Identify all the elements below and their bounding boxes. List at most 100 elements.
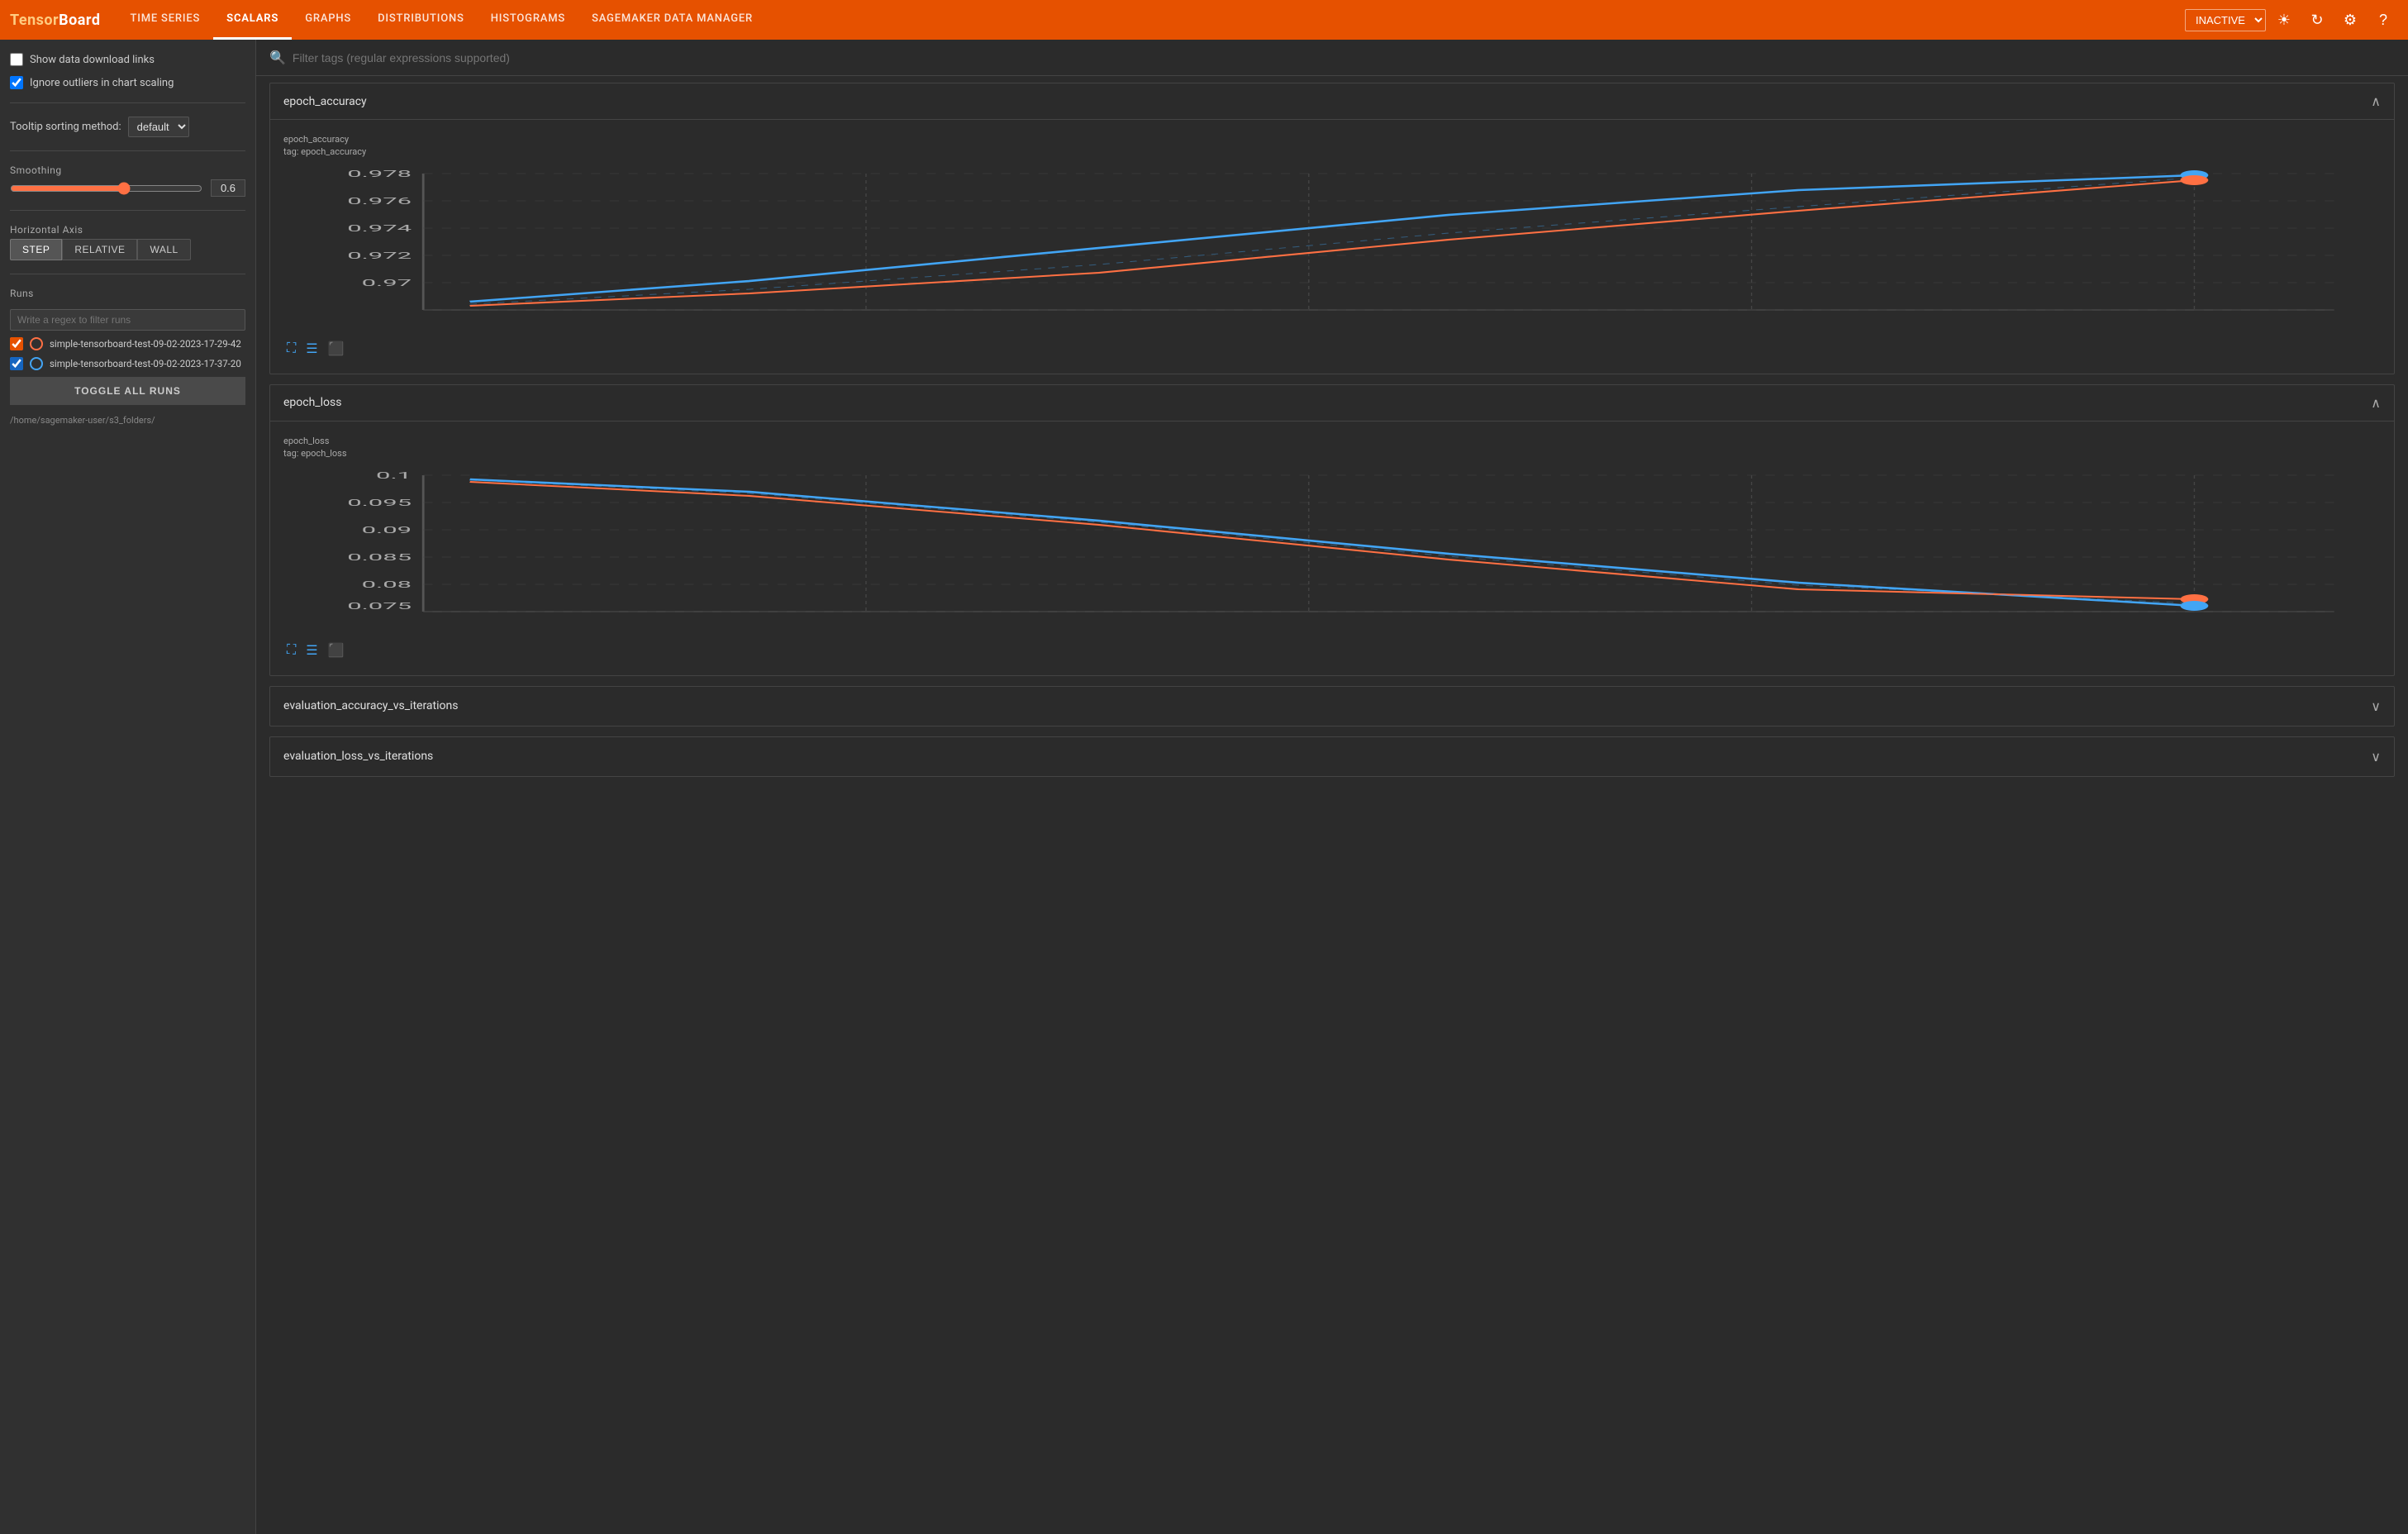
top-navigation: TensorBoard TIME SERIES SCALARS GRAPHS D…	[0, 0, 2408, 40]
axis-step-button[interactable]: STEP	[10, 239, 62, 260]
refresh-button[interactable]: ↻	[2302, 5, 2332, 35]
epoch-loss-header[interactable]: epoch_loss ∧	[270, 385, 2394, 422]
smoothing-value-input[interactable]: 0.6	[211, 179, 245, 197]
expand-loss-button[interactable]: ⛶	[283, 639, 299, 662]
svg-text:0.085: 0.085	[347, 551, 412, 562]
runs-filter-input[interactable]	[10, 309, 245, 331]
eval-accuracy-chevron: ∨	[2371, 698, 2381, 714]
epoch-loss-body: epoch_loss tag: epoch_loss	[270, 422, 2394, 675]
divider-2	[10, 150, 245, 151]
nav-time-series[interactable]: TIME SERIES	[117, 0, 214, 40]
ignore-outliers-label: Ignore outliers in chart scaling	[30, 77, 174, 89]
runs-section: Runs simple-tensorboard-test-09-02-2023-…	[10, 288, 245, 405]
expand-accuracy-button[interactable]: ⛶	[283, 337, 299, 360]
epoch-accuracy-title: epoch_accuracy	[283, 95, 367, 108]
eval-loss-title: evaluation_loss_vs_iterations	[283, 750, 433, 763]
filter-input[interactable]	[293, 51, 2395, 64]
svg-text:0.075: 0.075	[347, 600, 412, 611]
eval-loss-chevron: ∨	[2371, 749, 2381, 765]
show-download-checkbox-row[interactable]: Show data download links	[10, 53, 245, 66]
svg-text:0.978: 0.978	[347, 168, 412, 179]
smoothing-slider[interactable]	[10, 182, 202, 195]
epoch-accuracy-header[interactable]: epoch_accuracy ∧	[270, 83, 2394, 120]
nav-distributions[interactable]: DISTRIBUTIONS	[364, 0, 478, 40]
axis-label: Horizontal Axis	[10, 224, 245, 236]
data-loss-button[interactable]: ☰	[302, 639, 321, 662]
status-dropdown[interactable]: INACTIVE	[2185, 9, 2266, 31]
ignore-outliers-checkbox-row[interactable]: Ignore outliers in chart scaling	[10, 76, 245, 89]
nav-scalars[interactable]: SCALARS	[213, 0, 292, 40]
smoothing-row: 0.6	[10, 179, 245, 197]
content-area: 🔍 epoch_accuracy ∧ epoch_accuracy tag: e…	[256, 40, 2408, 1534]
epoch-loss-actions: ⛶ ☰ ⬛	[283, 639, 2381, 662]
svg-text:0.095: 0.095	[347, 497, 412, 507]
tooltip-select[interactable]: default	[128, 117, 189, 137]
nav-sagemaker[interactable]: SAGEMAKER DATA MANAGER	[578, 0, 766, 40]
help-button[interactable]: ?	[2368, 5, 2398, 35]
settings-button[interactable]: ⚙	[2335, 5, 2365, 35]
tooltip-row: Tooltip sorting method: default	[10, 117, 245, 137]
run-2-label: simple-tensorboard-test-09-02-2023-17-37…	[50, 358, 241, 370]
nav-right-controls: INACTIVE ☀ ↻ ⚙ ?	[2185, 5, 2398, 35]
run-1-label: simple-tensorboard-test-09-02-2023-17-29…	[50, 338, 241, 350]
epoch-loss-chevron: ∧	[2371, 395, 2381, 411]
run-1-checkbox[interactable]	[10, 337, 23, 350]
svg-text:0.97: 0.97	[362, 277, 412, 288]
nav-graphs[interactable]: GRAPHS	[292, 0, 364, 40]
svg-text:0.974: 0.974	[347, 222, 412, 233]
epoch-loss-panel: epoch_loss ∧ epoch_loss tag: epoch_loss	[269, 384, 2395, 676]
search-icon: 🔍	[269, 50, 286, 65]
axis-relative-button[interactable]: RELATIVE	[62, 239, 137, 260]
svg-text:0.972: 0.972	[347, 250, 412, 260]
nav-links: TIME SERIES SCALARS GRAPHS DISTRIBUTIONS…	[117, 0, 2186, 40]
tooltip-label: Tooltip sorting method:	[10, 121, 121, 133]
app-logo: TensorBoard	[10, 12, 101, 29]
eval-loss-panel: evaluation_loss_vs_iterations ∨	[269, 736, 2395, 777]
svg-text:0.1: 0.1	[376, 469, 412, 480]
axis-wall-button[interactable]: WALL	[137, 239, 190, 260]
run-item-2[interactable]: simple-tensorboard-test-09-02-2023-17-37…	[10, 357, 245, 370]
epoch-accuracy-panel: epoch_accuracy ∧ epoch_accuracy tag: epo…	[269, 83, 2395, 374]
data-accuracy-button[interactable]: ☰	[302, 337, 321, 360]
axis-buttons: STEP RELATIVE WALL	[10, 239, 245, 260]
svg-text:0.09: 0.09	[362, 524, 412, 535]
toggle-all-runs-button[interactable]: TOGGLE ALL RUNS	[10, 377, 245, 405]
show-download-checkbox[interactable]	[10, 53, 23, 66]
download-loss-button[interactable]: ⬛	[325, 639, 348, 662]
logo-tensor: Tensor	[10, 12, 59, 29]
epoch-loss-meta: epoch_loss tag: epoch_loss	[283, 435, 2381, 460]
epoch-accuracy-meta: epoch_accuracy tag: epoch_accuracy	[283, 133, 2381, 159]
svg-text:0.976: 0.976	[347, 195, 412, 206]
epoch-accuracy-body: epoch_accuracy tag: epoch_accuracy	[270, 120, 2394, 374]
epoch-accuracy-actions: ⛶ ☰ ⬛	[283, 337, 2381, 360]
run-2-color-indicator	[30, 357, 43, 370]
runs-label: Runs	[10, 288, 245, 299]
path-label: /home/sagemaker-user/s3_folders/	[10, 415, 245, 426]
epoch-accuracy-chevron: ∧	[2371, 93, 2381, 109]
divider-3	[10, 210, 245, 211]
smoothing-label: Smoothing	[10, 164, 245, 176]
ignore-outliers-checkbox[interactable]	[10, 76, 23, 89]
epoch-loss-chart: 0.1 0.095 0.09 0.085 0.08 0.075	[283, 467, 2381, 632]
axis-section: Horizontal Axis STEP RELATIVE WALL	[10, 224, 245, 260]
epoch-loss-title: epoch_loss	[283, 396, 341, 409]
divider-1	[10, 102, 245, 103]
eval-accuracy-panel: evaluation_accuracy_vs_iterations ∨	[269, 686, 2395, 727]
svg-text:0.08: 0.08	[362, 579, 412, 589]
show-download-label: Show data download links	[30, 54, 155, 66]
download-accuracy-button[interactable]: ⬛	[325, 337, 348, 360]
main-layout: Show data download links Ignore outliers…	[0, 40, 2408, 1534]
run-1-color-indicator	[30, 337, 43, 350]
eval-accuracy-header[interactable]: evaluation_accuracy_vs_iterations ∨	[270, 687, 2394, 726]
nav-histograms[interactable]: HISTOGRAMS	[478, 0, 578, 40]
epoch-loss-svg: 0.1 0.095 0.09 0.085 0.08 0.075	[283, 467, 2381, 632]
logo-board: Board	[59, 12, 100, 29]
run-item-1[interactable]: simple-tensorboard-test-09-02-2023-17-29…	[10, 337, 245, 350]
run-2-checkbox[interactable]	[10, 357, 23, 370]
epoch-accuracy-svg: 0.978 0.976 0.974 0.972 0.97	[283, 165, 2381, 331]
smoothing-section: Smoothing 0.6	[10, 164, 245, 197]
theme-toggle-button[interactable]: ☀	[2269, 5, 2299, 35]
eval-accuracy-title: evaluation_accuracy_vs_iterations	[283, 699, 458, 712]
chart-sections: epoch_accuracy ∧ epoch_accuracy tag: epo…	[256, 76, 2408, 1534]
eval-loss-header[interactable]: evaluation_loss_vs_iterations ∨	[270, 737, 2394, 776]
